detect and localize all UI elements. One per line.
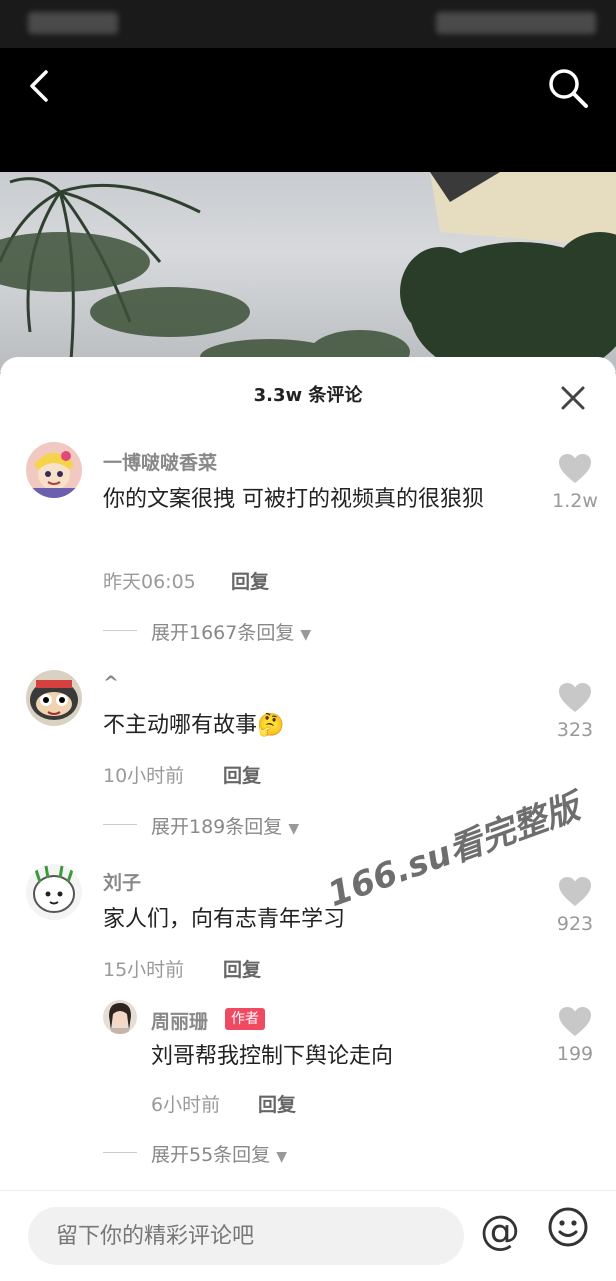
comment-username[interactable]: 刘子	[103, 868, 141, 895]
comment-time: 15小时前	[103, 959, 185, 981]
divider	[103, 630, 137, 631]
expand-replies-button[interactable]: 展开55条回复 ▼	[151, 1140, 287, 1167]
reply-avatar[interactable]	[103, 1000, 137, 1034]
emoji-icon	[548, 1207, 588, 1247]
reply-button[interactable]: 回复	[223, 761, 261, 788]
close-button[interactable]	[560, 385, 586, 411]
comment-text: 你的文案很拽 可被打的视频真的很狼狈	[103, 487, 484, 512]
reply-button[interactable]: 回复	[258, 1090, 296, 1117]
back-button[interactable]	[22, 64, 62, 108]
expand-replies-label: 展开189条回复	[151, 816, 283, 838]
comment-composer: @	[0, 1190, 616, 1281]
video-background	[0, 172, 616, 372]
avatar[interactable]	[26, 442, 82, 498]
caret-down-icon: ▼	[288, 821, 300, 837]
caret-down-icon: ▼	[300, 627, 312, 643]
expand-replies-label: 展开1667条回复	[151, 622, 295, 644]
reply-username[interactable]: 周丽珊	[151, 1007, 208, 1034]
divider	[103, 1152, 137, 1153]
search-button[interactable]	[544, 64, 592, 112]
avatar[interactable]	[26, 864, 82, 920]
status-bar	[0, 0, 616, 48]
top-bar	[0, 48, 616, 172]
comments-count-title: 3.3w 条评论	[253, 385, 363, 406]
like-button[interactable]: 1.2w	[540, 454, 610, 512]
reply-button[interactable]: 回复	[231, 567, 269, 594]
caret-down-icon: ▼	[276, 1149, 288, 1165]
expand-replies-button[interactable]: 展开1667条回复 ▼	[151, 618, 311, 645]
comment-time: 10小时前	[103, 765, 185, 787]
like-count: 923	[556, 913, 594, 935]
emoji-button[interactable]	[546, 1205, 590, 1249]
status-bar-right-blurred	[436, 12, 596, 34]
search-icon	[549, 69, 588, 108]
heart-icon	[559, 683, 591, 712]
expand-replies-button[interactable]: 展开189条回复 ▼	[151, 812, 299, 839]
like-button[interactable]: 923	[540, 877, 610, 935]
status-bar-left-blurred	[28, 12, 118, 34]
like-button[interactable]: 323	[540, 683, 610, 741]
reply-text: 刘哥帮我控制下舆论走向	[151, 1044, 394, 1069]
comment-text: 家人们，向有志青年学习	[103, 907, 346, 932]
reply-button[interactable]: 回复	[223, 955, 261, 982]
like-count: 323	[556, 719, 594, 741]
like-count: 1.2w	[552, 490, 598, 512]
comment-text: 不主动哪有故事🤔	[103, 713, 285, 738]
author-badge: 作者	[225, 1008, 265, 1030]
heart-icon	[559, 877, 591, 906]
reply-time: 6小时前	[151, 1094, 221, 1116]
comment-input[interactable]	[28, 1207, 464, 1265]
close-icon	[561, 386, 585, 410]
like-button[interactable]: 199	[540, 1007, 610, 1065]
mention-button[interactable]: @	[478, 1209, 522, 1253]
chevron-left-icon	[30, 70, 48, 102]
expand-replies-label: 展开55条回复	[151, 1144, 271, 1166]
comment-username[interactable]: 一博啵啵香菜	[103, 448, 217, 475]
heart-icon	[559, 1007, 591, 1036]
at-icon: @	[480, 1208, 520, 1254]
heart-icon	[559, 454, 591, 483]
like-count: 199	[556, 1043, 594, 1065]
comment-username[interactable]: ^	[103, 672, 119, 694]
divider	[103, 824, 137, 825]
comment-time: 昨天06:05	[103, 571, 196, 593]
avatar[interactable]	[26, 670, 82, 726]
